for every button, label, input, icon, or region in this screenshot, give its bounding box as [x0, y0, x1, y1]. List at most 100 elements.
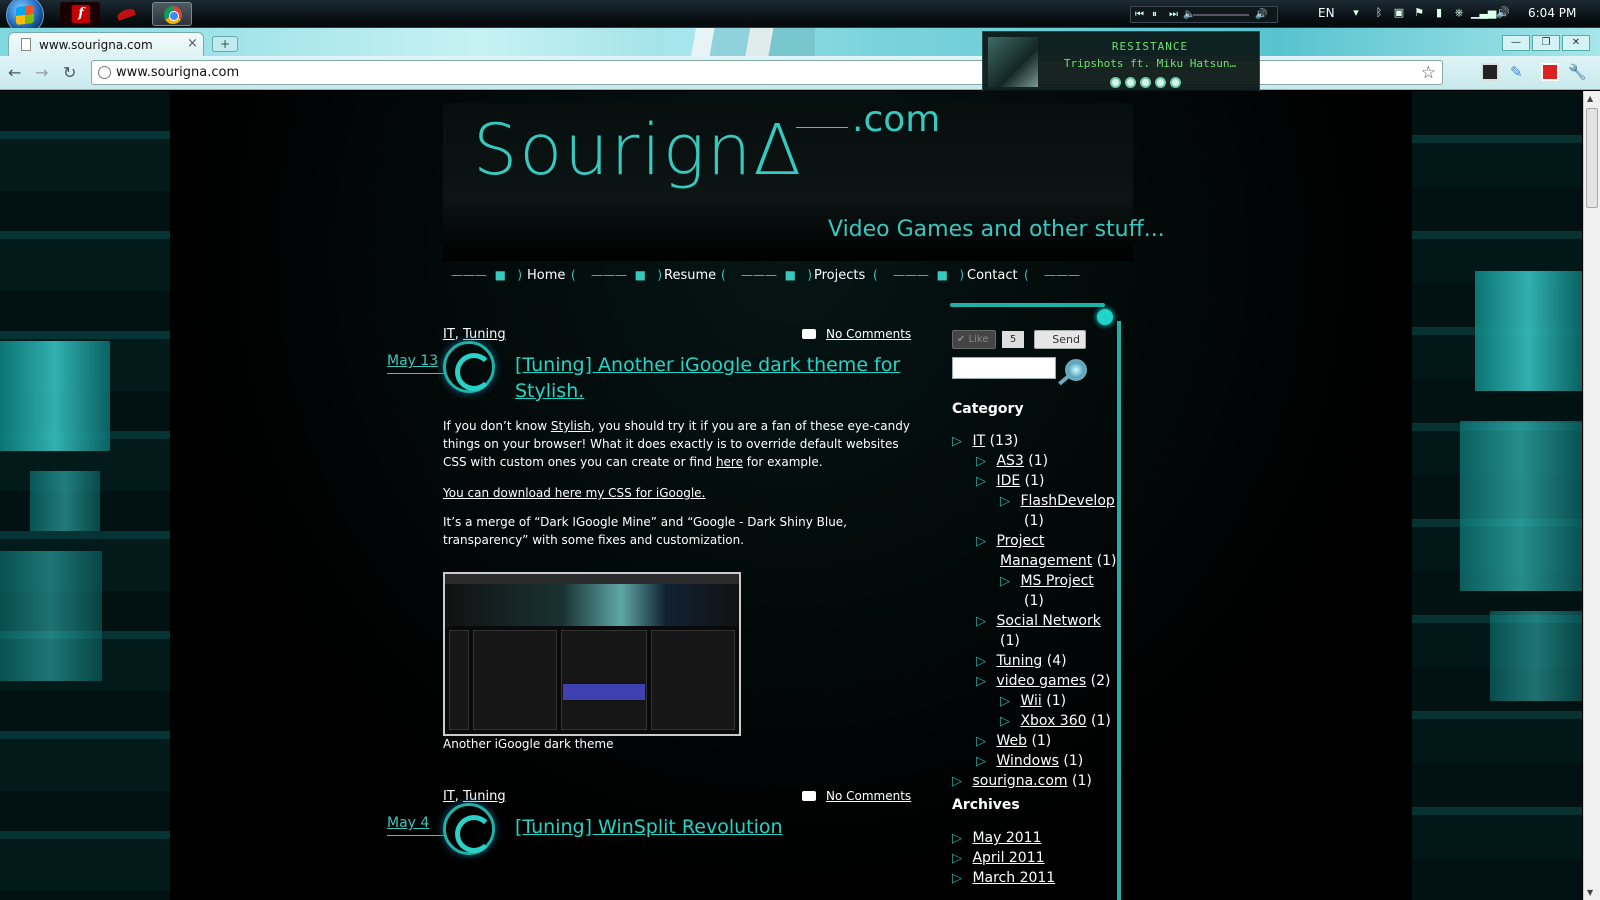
url-text[interactable]: www.sourigna.com	[116, 65, 239, 80]
taskbar-app-red[interactable]	[105, 2, 145, 26]
menu-projects[interactable]: Projects	[814, 268, 865, 283]
category-link[interactable]: sourigna.com	[972, 773, 1067, 789]
signal-icon[interactable]: ▁▃▅	[1471, 7, 1496, 19]
archive-link[interactable]: April 2011	[972, 850, 1044, 866]
category-as3[interactable]: ▷ AS3 (1)	[976, 451, 1048, 472]
new-tab-button[interactable]: +	[212, 36, 238, 52]
category-it[interactable]: ▷ IT (13)	[952, 431, 1018, 452]
menu-contact[interactable]: Contact	[967, 268, 1018, 283]
category-link[interactable]: Management	[1000, 553, 1092, 569]
category-flashdevelop[interactable]: ▷ FlashDevelop	[1000, 491, 1115, 512]
archive-item[interactable]: ▷ March 2011	[952, 868, 1055, 889]
monitor-icon[interactable]: ▣	[1393, 7, 1405, 19]
category-wii[interactable]: ▷ Wii (1)	[1000, 691, 1066, 712]
power-icon[interactable]: ▮	[1433, 7, 1445, 19]
rating-dot-icon[interactable]	[1125, 77, 1136, 88]
comments-link[interactable]: No Comments	[802, 789, 911, 803]
language-indicator[interactable]: EN	[1318, 6, 1335, 20]
category-link[interactable]: Xbox 360	[1020, 713, 1086, 729]
category-link[interactable]: IT	[443, 327, 455, 342]
search-icon[interactable]	[1065, 359, 1087, 381]
category-ms-project[interactable]: ▷ MS Project	[1000, 571, 1094, 592]
chevron-down-icon[interactable]: ▾	[1350, 7, 1362, 19]
extension-s-icon[interactable]	[1481, 63, 1499, 81]
category-link[interactable]: Tuning	[463, 789, 506, 804]
category-project-management[interactable]: ▷ Project	[976, 531, 1044, 552]
category-link[interactable]: Social Network	[996, 613, 1100, 629]
taskbar-flash-app[interactable]: f	[60, 2, 100, 26]
maximize-button[interactable]: ❐	[1532, 35, 1560, 51]
category-link[interactable]: IT	[443, 789, 455, 804]
category-link[interactable]: Project	[996, 533, 1044, 549]
tab-sourigna[interactable]: www.sourigna.com ×	[8, 32, 204, 56]
page-scrollbar[interactable]: ▲ ▼	[1583, 91, 1600, 900]
close-button[interactable]: ✕	[1562, 35, 1590, 51]
back-icon[interactable]: ←	[8, 63, 21, 82]
wrench-icon[interactable]: 🔧	[1568, 63, 1587, 81]
clock[interactable]: 6:04 PM	[1528, 6, 1576, 20]
category-ide[interactable]: ▷ IDE (1)	[976, 471, 1045, 492]
post-title[interactable]: [Tuning] WinSplit Revolution	[515, 814, 915, 840]
category-link[interactable]: FlashDevelop	[1020, 493, 1114, 509]
taskbar-chrome-app[interactable]	[152, 2, 192, 26]
menu-resume[interactable]: Resume	[664, 268, 716, 283]
scroll-up-icon[interactable]: ▲	[1587, 94, 1593, 103]
category-link[interactable]: MS Project	[1020, 573, 1093, 589]
category-link[interactable]: IT	[972, 433, 985, 449]
category-link[interactable]: Windows	[996, 753, 1059, 769]
scroll-down-icon[interactable]: ▼	[1587, 888, 1593, 897]
comments-link-text[interactable]: No Comments	[826, 789, 911, 803]
category-link[interactable]: video games	[996, 673, 1086, 689]
volume-slider[interactable]	[1193, 14, 1249, 16]
pause-icon[interactable]: ⏸	[1152, 8, 1157, 22]
gmail-icon[interactable]	[1541, 63, 1559, 81]
rating-dot-icon[interactable]	[1155, 77, 1166, 88]
category-link[interactable]: Wii	[1020, 693, 1041, 709]
forward-icon[interactable]: →	[35, 63, 48, 82]
reload-icon[interactable]: ↻	[63, 63, 76, 82]
minimize-button[interactable]: —	[1502, 35, 1530, 51]
rating-dot-icon[interactable]	[1110, 77, 1121, 88]
antenna-icon[interactable]: ⎈	[1453, 7, 1465, 19]
category-windows[interactable]: ▷ Windows (1)	[976, 751, 1083, 772]
search-input[interactable]	[952, 357, 1056, 379]
archive-link[interactable]: May 2011	[972, 830, 1041, 846]
here-link[interactable]: here	[716, 455, 743, 469]
facebook-send-button[interactable]: Send	[1034, 330, 1086, 349]
category-project-management-line2[interactable]: Management (1)	[1000, 551, 1117, 571]
category-link[interactable]: IDE	[996, 473, 1020, 489]
flag-icon[interactable]: ⚑	[1413, 7, 1425, 19]
speaker-icon[interactable]: 🔊	[1496, 7, 1510, 19]
rating-dot-icon[interactable]	[1140, 77, 1151, 88]
menu-home[interactable]: Home	[527, 268, 565, 283]
archive-link[interactable]: March 2011	[972, 870, 1055, 886]
category-link[interactable]: Tuning	[463, 327, 506, 342]
download-css-link[interactable]: You can download here my CSS for iGoogle…	[443, 486, 705, 500]
scroll-thumb[interactable]	[1586, 108, 1598, 208]
archive-item[interactable]: ▷ April 2011	[952, 848, 1045, 869]
tab-close-icon[interactable]: ×	[187, 36, 198, 51]
category-social-network[interactable]: ▷ Social Network	[976, 611, 1101, 632]
post-title[interactable]: [Tuning] Another iGoogle dark theme for …	[515, 352, 915, 404]
previous-icon[interactable]: ⏮	[1135, 8, 1144, 22]
pen-icon[interactable]: ✎	[1510, 63, 1528, 81]
category-link[interactable]: Web	[996, 733, 1027, 749]
bluetooth-icon[interactable]: ᛒ	[1373, 7, 1385, 19]
archive-item[interactable]: ▷ May 2011	[952, 828, 1041, 849]
category-link[interactable]: AS3	[996, 453, 1023, 469]
category-video-games[interactable]: ▷ video games (2)	[976, 671, 1110, 692]
post-screenshot-image[interactable]	[443, 572, 741, 736]
category-link[interactable]: Tuning	[996, 653, 1042, 669]
category-sourigna[interactable]: ▷ sourigna.com (1)	[952, 771, 1092, 792]
category-web[interactable]: ▷ Web (1)	[976, 731, 1051, 752]
site-logo[interactable]: Sourign∆	[473, 109, 803, 191]
category-tuning[interactable]: ▷ Tuning (4)	[976, 651, 1067, 672]
next-icon[interactable]: ⏭	[1169, 8, 1178, 22]
category-xbox-360[interactable]: ▷ Xbox 360 (1)	[1000, 711, 1111, 732]
rating-dot-icon[interactable]	[1170, 77, 1181, 88]
comments-link-text[interactable]: No Comments	[826, 327, 911, 341]
bookmark-star-icon[interactable]: ☆	[1421, 63, 1436, 83]
facebook-like-button[interactable]: ✔ Like	[952, 330, 996, 349]
comments-link[interactable]: No Comments	[802, 327, 911, 341]
stylish-link[interactable]: Stylish	[551, 419, 591, 433]
